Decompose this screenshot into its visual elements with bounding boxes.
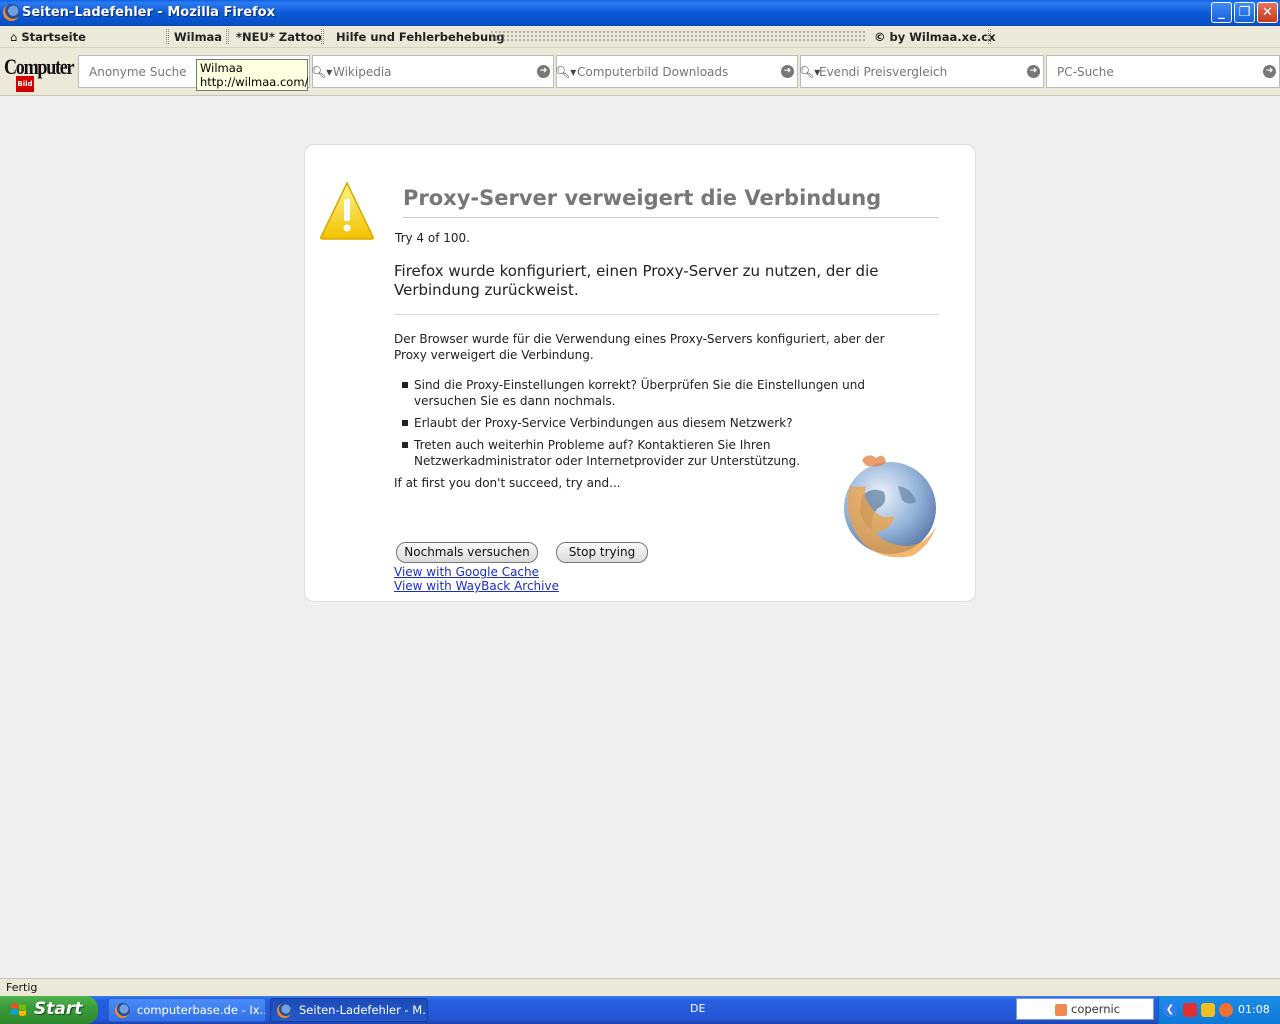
taskbar: Start computerbase.de - Ix... Seiten-Lad…	[0, 996, 1280, 1024]
go-arrow-icon[interactable]: ➜	[1027, 65, 1040, 78]
retry-hint-text: If at first you don't succeed, try and..…	[394, 476, 621, 490]
home-icon: ⌂	[10, 30, 18, 44]
close-button[interactable]: ✕	[1257, 2, 1278, 23]
toolbar-separator	[988, 29, 991, 44]
divider	[394, 314, 939, 315]
toolbar-separator	[166, 29, 169, 44]
tooltip: Wilmaa http://wilmaa.com/	[196, 59, 308, 91]
title-bar: Seiten-Ladefehler - Mozilla Firefox _ ❐ …	[0, 0, 1280, 26]
clock: 01:08	[1238, 1003, 1270, 1016]
chevron-left-icon[interactable]: ❮	[1163, 1003, 1177, 1017]
language-indicator[interactable]: DE	[690, 1002, 705, 1015]
go-arrow-icon[interactable]: ➜	[1263, 65, 1276, 78]
search-field-computerbild-downloads[interactable]: 🔍︎▾ Computerbild Downloads ➜	[555, 55, 798, 88]
stop-trying-button[interactable]: Stop trying	[556, 542, 648, 563]
google-cache-link[interactable]: View with Google Cache	[394, 565, 539, 579]
search-icon[interactable]: 🔍︎▾	[311, 65, 332, 79]
maximize-button[interactable]: ❐	[1234, 2, 1255, 23]
antivirus-icon[interactable]	[1183, 1003, 1197, 1017]
search-icon[interactable]: 🔍︎▾	[555, 65, 576, 79]
computerbild-logo[interactable]: Computer Bild	[4, 54, 75, 92]
bookmark-copyright[interactable]: © by Wilmaa.xe.cx	[874, 30, 996, 44]
wayback-archive-link[interactable]: View with WayBack Archive	[394, 579, 559, 593]
go-arrow-icon[interactable]: ➜	[781, 65, 794, 78]
search-icon[interactable]: 🔍︎▾	[799, 65, 820, 79]
firefox-tray-icon[interactable]	[1219, 1003, 1233, 1017]
toolbar-separator	[321, 29, 324, 44]
go-arrow-icon[interactable]: ➜	[537, 65, 550, 78]
copernic-search-box[interactable]: copernic	[1016, 998, 1154, 1020]
try-counter: Try 4 of 100.	[395, 231, 470, 245]
error-short-description: Firefox wurde konfiguriert, einen Proxy-…	[394, 262, 879, 299]
bookmark-startseite[interactable]: ⌂ Startseite	[10, 30, 86, 44]
bookmark-wilmaa[interactable]: Wilmaa	[174, 30, 222, 44]
minimize-button[interactable]: _	[1211, 2, 1232, 23]
copernic-icon	[1055, 1004, 1067, 1016]
taskbar-item-computerbase[interactable]: computerbase.de - Ix...	[108, 998, 266, 1022]
bookmark-zattoo[interactable]: *NEU* Zattoo	[236, 30, 322, 44]
list-item: Erlaubt der Proxy-Service Verbindungen a…	[400, 415, 900, 431]
error-long-description: Der Browser wurde für die Verwendung ein…	[394, 332, 885, 362]
status-bar: Fertig	[0, 978, 1280, 996]
list-item: Sind die Proxy-Einstellungen korrekt? Üb…	[400, 377, 900, 409]
window-title: Seiten-Ladefehler - Mozilla Firefox	[22, 5, 275, 20]
firefox-icon	[277, 1003, 292, 1018]
firefox-globe-icon	[844, 455, 936, 558]
bullet-icon	[402, 420, 408, 426]
security-warning-icon[interactable]	[1201, 1003, 1215, 1017]
bookmarks-toolbar: ⌂ Startseite Wilmaa *NEU* Zattoo Hilfe u…	[0, 26, 1280, 48]
toolbar-separator	[226, 29, 229, 44]
bullet-icon	[402, 442, 408, 448]
windows-logo-icon	[11, 1003, 26, 1016]
error-title: Proxy-Server verweigert die Verbindung	[403, 186, 939, 218]
taskbar-item-seiten-ladefehler[interactable]: Seiten-Ladefehler - M...	[270, 998, 428, 1022]
warning-icon	[320, 181, 374, 240]
search-field-wikipedia[interactable]: 🔍︎▾ Wikipedia ➜	[311, 55, 554, 88]
toolbar-spacer	[490, 30, 866, 43]
computerbild-toolbar: Computer Bild Anonyme Suche 🔍︎▾ Wikipedi…	[0, 48, 1280, 96]
firefox-icon[interactable]	[3, 4, 20, 21]
firefox-icon	[115, 1003, 130, 1018]
start-button[interactable]: Start	[0, 996, 98, 1024]
status-text: Fertig	[6, 981, 38, 994]
search-field-pc-suche[interactable]: PC-Suche ➜	[1046, 55, 1280, 88]
bullet-icon	[402, 382, 408, 388]
bookmark-hilfe[interactable]: Hilfe und Fehlerbehebung	[336, 30, 505, 44]
list-item: Treten auch weiterhin Probleme auf? Kont…	[400, 437, 900, 469]
error-reasons-list: Sind die Proxy-Einstellungen korrekt? Üb…	[400, 377, 900, 475]
search-field-evendi-preisvergleich[interactable]: 🔍︎▾ Evendi Preisvergleich ➜	[799, 55, 1044, 88]
retry-button[interactable]: Nochmals versuchen	[396, 542, 538, 563]
